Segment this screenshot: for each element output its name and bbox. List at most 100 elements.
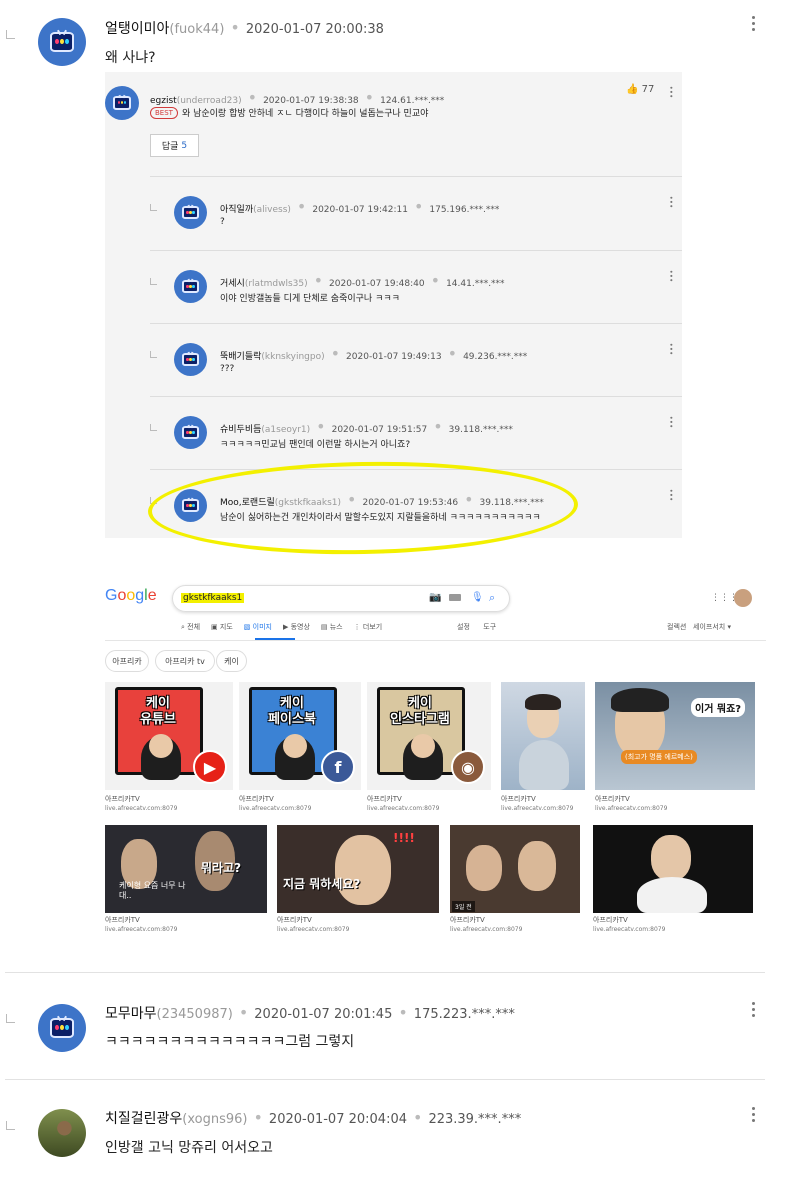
camera-icon: 📷 (429, 592, 442, 603)
image-source: 아프리카TV (595, 795, 630, 803)
tv-logo-icon (49, 1018, 75, 1038)
avatar[interactable] (38, 18, 86, 66)
image-source: 아프리카TV (501, 795, 536, 803)
tab-1: ▣ 지도 (211, 623, 233, 631)
more-options-icon (668, 416, 675, 430)
author-name: egzist (150, 96, 177, 106)
search-query: gkstkfkaaks1 (181, 593, 245, 603)
thumbnail-caption: 뭐라고? (201, 861, 242, 875)
image-site: live.afreecatv.com:8079 (595, 805, 668, 812)
reply-divider (150, 250, 682, 251)
comment-text: ㅋㅋㅋㅋㅋㅋㅋㅋㅋㅋㅋㅋㅋㅋ그럼 그렇지 (105, 1034, 355, 1050)
reply-divider (150, 396, 682, 397)
thumbnail-subcaption: 3일 전 (452, 901, 475, 912)
reply-button: 답글 5 (150, 134, 199, 157)
avatar (174, 196, 207, 229)
avatar (174, 416, 207, 449)
comment-text: 와 남순이랑 합방 안하네 ㅈㄴ 다행이다 하늘이 널돕는구나 민교야 (181, 109, 429, 119)
google-image-search-screenshot: Google gkstkfkaaks1 📷 🎙 ⌕ ⋮⋮⋮ ⌕ 전체 ▣ 지도 ▧ … (105, 578, 766, 938)
image-source: 아프리카TV (277, 916, 312, 924)
image-site: live.afreecatv.com:8079 (367, 805, 440, 812)
avatar (174, 270, 207, 303)
more-options-icon (668, 86, 675, 100)
image-site: live.afreecatv.com:8079 (593, 926, 666, 933)
more-options-icon[interactable] (748, 16, 758, 34)
image-thumbnail: 3일 전 (450, 825, 580, 913)
thumbnail-caption: 케이 유튜브 (140, 696, 176, 727)
avatar (174, 343, 207, 376)
image-source: 아프리카TV (450, 916, 485, 924)
comment-text: ??? (220, 364, 235, 374)
comment-ip: 14.41.***.*** (446, 279, 505, 289)
comment-text: ? (220, 217, 225, 227)
comment-time: 2020-01-07 20:00:38 (245, 22, 384, 37)
more-options-icon[interactable] (748, 1002, 758, 1020)
comment-ip: 39.118.***.*** (448, 425, 513, 435)
image-thumbnail: 지금 뭐하세요?!!!! (277, 825, 439, 913)
author-name: 아직일까 (220, 205, 254, 215)
reply-indent-mark (150, 424, 157, 431)
reply-indent-mark (150, 278, 157, 285)
avatar[interactable] (38, 1004, 86, 1052)
comment-time: 2020-01-07 19:42:11 (312, 205, 408, 215)
filter-chip: 아프리카 (105, 650, 149, 672)
logo-letter: g (135, 587, 145, 604)
comment-ip: 223.39.***.*** (428, 1112, 522, 1127)
thumbnail-subcaption: !!!! (393, 831, 415, 845)
author-name[interactable]: 치질걸린광우 (105, 1111, 182, 1127)
image-site: live.afreecatv.com:8079 (105, 805, 178, 812)
image-thumbnail (593, 825, 753, 913)
reply-divider (150, 176, 682, 177)
avatar[interactable] (38, 1109, 86, 1157)
social-badge-icon: f (321, 750, 355, 784)
reply-indent-mark (6, 1121, 15, 1130)
author-nick: (alivess) (253, 205, 291, 215)
microphone-icon: 🎙 (471, 592, 484, 603)
reply-indent-mark (150, 204, 157, 211)
tab-0: ⌕ 전체 (181, 623, 201, 631)
comment-time: 2020-01-07 20:04:04 (268, 1112, 407, 1127)
author-nick: (a1seoyr1) (261, 425, 311, 435)
tab-5: ⋮ 더보기 (353, 623, 383, 631)
comment-text: 이야 인방갤놈들 디게 단체로 숨죽이구나 ㅋㅋㅋ (220, 294, 400, 304)
comment-text: ㅋㅋㅋㅋㅋ민교님 팬인데 이런말 하시는거 아니죠? (220, 440, 411, 450)
thumbnail-caption: 지금 뭐하세요? (283, 877, 361, 891)
search-bar: gkstkfkaaks1 📷 🎙 ⌕ (172, 585, 510, 612)
author-name[interactable]: 얼탱이미아 (105, 21, 169, 37)
logo-letter: o (126, 587, 136, 604)
logo-letter: G (105, 587, 118, 604)
author-nick: (underroad23) (176, 96, 242, 106)
thumbnail-caption: 이거 뭐죠? (691, 698, 746, 717)
social-badge-icon: ▶ (193, 750, 227, 784)
more-options-icon (668, 196, 675, 210)
avatar (105, 86, 139, 120)
author-nick: (23450987) (156, 1007, 233, 1022)
image-thumbnail: 케이 인스타그램 ◉ (367, 682, 491, 790)
more-options-icon[interactable] (748, 1107, 758, 1125)
author-name[interactable]: 모무마무 (105, 1006, 157, 1022)
more-options-icon (668, 270, 675, 284)
image-thumbnail: 케이 페이스북 f (239, 682, 361, 790)
filter-chip: 케이 (216, 650, 247, 672)
author-name: 뚝배기들락 (220, 352, 262, 362)
comment-ip: 49.236.***.*** (463, 352, 528, 362)
comment-time: 2020-01-07 20:01:45 (254, 1007, 393, 1022)
tab-4: ▤ 뉴스 (320, 623, 343, 631)
author-nick: (xogns96) (182, 1112, 248, 1127)
image-thumbnail: 이거 뭐죠? (최고가 명품 에르메스) (595, 682, 755, 790)
more-options-icon (668, 489, 675, 503)
image-thumbnail (501, 682, 585, 790)
image-thumbnail: 케이 유튜브 ▶ (105, 682, 233, 790)
comment-divider (5, 972, 765, 973)
comment-time: 2020-01-07 19:49:13 (346, 352, 442, 362)
comment-divider (5, 1079, 765, 1080)
search-tools: 설정 도구 (457, 623, 497, 631)
image-source: 아프리카TV (367, 795, 402, 803)
best-badge: BEST (150, 106, 178, 119)
reply-divider (150, 323, 682, 324)
more-options-icon (668, 343, 675, 357)
tv-logo-icon (49, 32, 75, 52)
author-name: 슈비두비듬 (220, 425, 262, 435)
tab-2: ▧ 이미지 (243, 623, 272, 631)
image-site: live.afreecatv.com:8079 (501, 805, 574, 812)
